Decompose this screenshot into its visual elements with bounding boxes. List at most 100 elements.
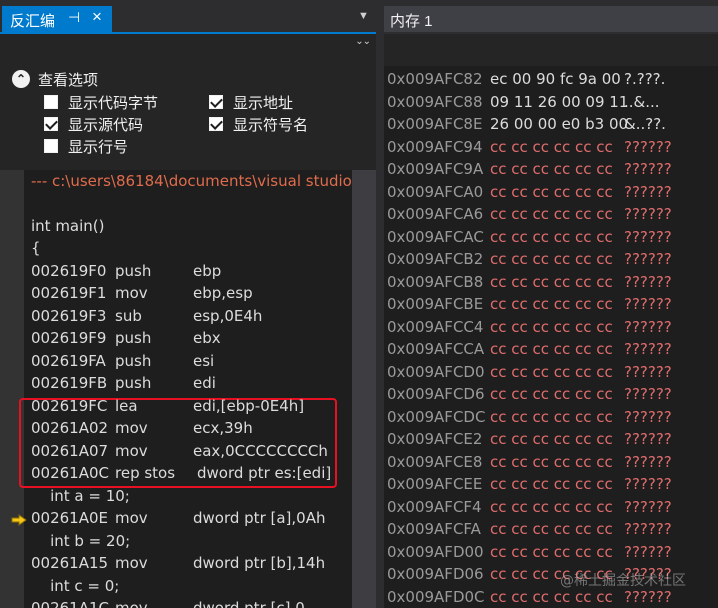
asm-address: 00261A0E (31, 509, 108, 527)
asm-mnemonic: push (115, 374, 152, 392)
memory-bytes: cc cc cc cc cc cc (490, 542, 613, 561)
memory-ascii: ?????? (624, 587, 672, 606)
asm-mnemonic: push (115, 261, 152, 280)
asm-operands: edi (193, 374, 216, 392)
asm-operands: esi (193, 351, 215, 370)
memory-address: 0x009AFD00 (387, 542, 484, 561)
memory-bytes: ec 00 90 fc 9a 00 (490, 70, 621, 88)
memory-address: 0x009AFC82 (387, 70, 483, 88)
memory-ascii: &..??. (624, 115, 666, 133)
asm-operands: edi,[ebp-0E4h] (193, 396, 305, 415)
disassembly-code-view[interactable]: --- c:\users\86184\documents\visual stud… (0, 170, 376, 608)
memory-bytes: cc cc cc cc cc cc (490, 227, 613, 246)
memory-tab-bar: 内存 1 (384, 0, 718, 34)
option-show-code-bytes[interactable]: 显示代码字节 (44, 92, 158, 112)
asm-address: 002619FC (31, 396, 108, 415)
checkbox[interactable] (209, 95, 223, 109)
memory-ascii: ?????? (624, 227, 672, 246)
memory-address: 0x009AFCD0 (387, 362, 485, 381)
tab-disassembly[interactable]: 反汇编 ⊣ × (2, 6, 112, 32)
memory-ascii: ?????? (624, 542, 672, 561)
disassembly-toolbar: ⌄⌄ (0, 34, 376, 56)
asm-mnemonic: mov (115, 419, 148, 437)
collapse-options-icon[interactable]: ⌃ (12, 70, 30, 88)
memory-ascii: ?.???. (624, 70, 666, 88)
toolbar-overflow-icon[interactable]: ⌄⌄ (355, 36, 371, 47)
memory-ascii: ?????? (624, 182, 672, 201)
vertical-scrollbar[interactable] (352, 170, 376, 608)
asm-address: 00261A07 (31, 441, 109, 460)
memory-ascii: ?????? (624, 250, 672, 268)
memory-address: 0x009AFC88 (387, 92, 483, 111)
checkbox[interactable] (209, 117, 223, 131)
current-instruction-arrow-icon (11, 514, 27, 526)
source-line: { (31, 239, 41, 257)
option-label: 显示行号 (68, 138, 129, 156)
indicator-margin (0, 170, 24, 608)
disassembly-panel: 反汇编 ⊣ × ▼ ⌄⌄ ⌃ 查看选项 显示代码字节 显示地址 显示源代码 显示… (0, 0, 376, 608)
memory-ascii: ?????? (624, 520, 672, 538)
tab-disassembly-label: 反汇编 (10, 13, 56, 30)
memory-bytes: cc cc cc cc cc cc (490, 407, 613, 426)
memory-ascii: ?????? (624, 497, 672, 516)
memory-ascii: ?????? (624, 385, 672, 403)
memory-address: 0x009AFCDC (387, 407, 486, 426)
option-show-source-code[interactable]: 显示源代码 (44, 114, 143, 134)
tab-memory-label: 内存 1 (390, 13, 433, 30)
asm-operands: eax,0CCCCCCCCh (193, 441, 328, 460)
memory-address: 0x009AFD06 (387, 565, 484, 583)
pin-icon[interactable]: ⊣ (68, 9, 80, 26)
tab-memory[interactable]: 内存 1 (384, 6, 718, 32)
option-label: 显示代码字节 (68, 94, 159, 112)
memory-ascii: ?????? (624, 430, 672, 448)
memory-ascii: ?????? (624, 205, 672, 223)
asm-address: 00261A15 (31, 554, 109, 572)
memory-bytes: cc cc cc cc cc cc (490, 250, 613, 268)
asm-mnemonic: mov (115, 554, 148, 572)
watermark: @稀土掘金技术社区 (560, 573, 686, 589)
memory-bytes: 09 11 26 00 09 11 (490, 92, 629, 111)
close-icon[interactable]: × (92, 7, 102, 27)
asm-operands: dword ptr es:[edi] (197, 464, 332, 482)
memory-address: 0x009AFCCA (387, 340, 485, 358)
asm-address: 00261A1C (31, 599, 109, 608)
memory-bytes: cc cc cc cc cc cc (490, 295, 613, 313)
asm-operands: ebx (193, 329, 221, 347)
asm-mnemonic: mov (115, 284, 148, 302)
memory-ascii: ?????? (624, 137, 672, 156)
asm-operands: ebp (193, 261, 222, 280)
asm-mnemonic: mov (115, 599, 148, 608)
checkbox[interactable] (44, 95, 58, 109)
memory-address: 0x009AFCB8 (387, 272, 484, 291)
asm-address: 002619F1 (31, 284, 107, 302)
memory-ascii: ?????? (624, 340, 672, 358)
option-label: 显示地址 (233, 94, 294, 112)
option-show-line-numbers[interactable]: 显示行号 (44, 136, 128, 156)
memory-view[interactable]: 0x009AFC82 ec 00 90 fc 9a 00?.???. 0x009AF… (384, 66, 718, 608)
checkbox[interactable] (44, 139, 58, 153)
asm-mnemonic: push (115, 329, 152, 347)
memory-ascii: ?????? (624, 317, 672, 336)
option-show-address[interactable]: 显示地址 (209, 92, 293, 112)
memory-bytes: cc cc cc cc cc cc (490, 520, 613, 538)
memory-address: 0x009AFCD6 (387, 385, 485, 403)
option-show-symbol-names[interactable]: 显示符号名 (209, 114, 308, 134)
memory-address: 0x009AFD0C (387, 587, 485, 606)
asm-address: 002619FA (31, 351, 106, 370)
asm-operands: ebp,esp (193, 284, 253, 302)
checkbox[interactable] (44, 117, 58, 131)
memory-bytes: cc cc cc cc cc cc (490, 385, 613, 403)
memory-bytes: cc cc cc cc cc cc (490, 340, 613, 358)
tab-dropdown-icon[interactable]: ▼ (358, 10, 369, 22)
memory-ascii: ?????? (624, 272, 672, 291)
asm-address: 00261A0C (31, 464, 109, 482)
memory-ascii: ?????? (624, 475, 672, 493)
memory-bytes: cc cc cc cc cc cc (490, 160, 613, 178)
memory-address: 0x009AFC8E (387, 115, 483, 133)
memory-bytes: cc cc cc cc cc cc (490, 452, 613, 471)
memory-address: 0x009AFCFA (387, 520, 481, 538)
asm-mnemonic: mov (115, 441, 148, 460)
memory-bytes: cc cc cc cc cc cc (490, 497, 613, 516)
memory-address: 0x009AFC9A (387, 160, 484, 178)
memory-ascii: ?????? (624, 295, 672, 313)
